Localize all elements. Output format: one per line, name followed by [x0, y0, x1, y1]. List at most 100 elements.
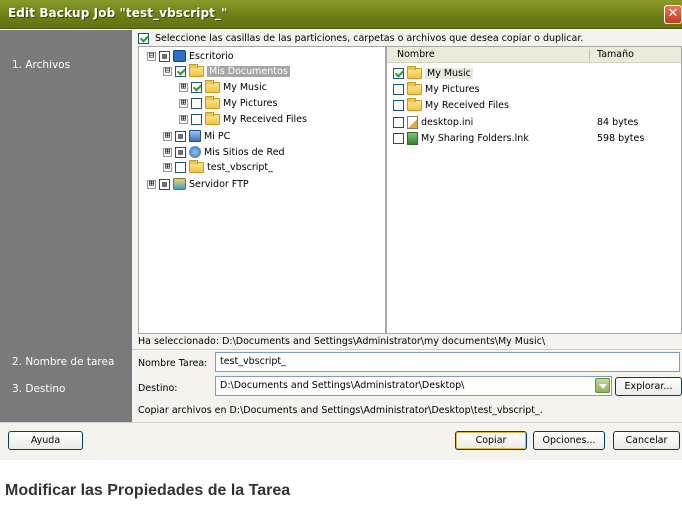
- folder-icon: [205, 80, 220, 93]
- tree-checkbox[interactable]: [175, 130, 186, 142]
- select-all-checkbox[interactable]: [138, 33, 149, 44]
- expand-icon[interactable]: ⊞: [179, 115, 188, 124]
- ftp-server-icon: [173, 178, 186, 190]
- file-row[interactable]: desktop.ini: [393, 116, 473, 129]
- folder-icon: [407, 82, 422, 95]
- tree-node-label: Servidor FTP: [189, 178, 249, 190]
- file-name: My Sharing Folders.lnk: [421, 133, 529, 144]
- title-bar: Edit Backup Job "test_vbscript_" ✕: [0, 0, 682, 29]
- expand-icon[interactable]: ⊞: [179, 83, 188, 92]
- main-panel: Seleccione las casillas de las particion…: [132, 30, 682, 422]
- file-list[interactable]: Nombre Tamaño My Music My Pictures My Re…: [386, 46, 682, 334]
- tree-node-mis-documentos[interactable]: ⊟ Mis Documentos: [163, 64, 290, 77]
- selection-status: Ha seleccionado: D:\Documents and Settin…: [138, 336, 546, 347]
- tree-node-label: Escritorio: [189, 50, 234, 62]
- file-name: My Received Files: [425, 100, 509, 111]
- cancel-button[interactable]: Cancelar: [613, 431, 680, 450]
- tree-node-my-music[interactable]: ⊞ My Music: [179, 80, 267, 93]
- button-bar: Ayuda Copiar Opciones... Cancelar: [0, 422, 682, 460]
- tree-node-test-vbscript[interactable]: ⊞ test_vbscript_: [163, 160, 273, 173]
- window-title: Edit Backup Job "test_vbscript_": [8, 6, 228, 20]
- folder-icon: [205, 96, 220, 109]
- tree-checkbox[interactable]: [175, 146, 186, 158]
- help-button[interactable]: Ayuda: [8, 431, 83, 450]
- close-button[interactable]: ✕: [664, 5, 682, 24]
- column-header-tamano[interactable]: Tamaño: [597, 49, 634, 60]
- browse-button[interactable]: Explorar...: [615, 377, 682, 396]
- tree-node-label: Mi PC: [204, 130, 231, 142]
- copy-button[interactable]: Copiar: [455, 431, 527, 450]
- expand-icon[interactable]: ⊞: [163, 131, 172, 141]
- tree-checkbox[interactable]: [159, 178, 170, 190]
- tree-node-label: test_vbscript_: [207, 162, 273, 173]
- folder-icon: [205, 112, 220, 125]
- expand-icon[interactable]: ⊞: [147, 179, 156, 189]
- tree-node-label: My Music: [223, 82, 267, 93]
- folder-icon: [189, 160, 204, 173]
- tree-checkbox[interactable]: [159, 50, 170, 62]
- tree-node-my-pictures[interactable]: ⊞ My Pictures: [179, 96, 278, 109]
- instruction-row: Seleccione las casillas de las particion…: [138, 33, 583, 44]
- tree-checkbox[interactable]: [191, 82, 202, 93]
- task-name-input[interactable]: test_vbscript_: [215, 352, 680, 372]
- computer-icon: [189, 130, 201, 142]
- folder-icon: [407, 66, 422, 79]
- divider: [132, 349, 682, 350]
- tree-node-servidor-ftp[interactable]: ⊞ Servidor FTP: [147, 178, 249, 190]
- file-size: 598 bytes: [597, 133, 645, 144]
- file-name: My Music: [425, 68, 473, 79]
- tree-node-label: Mis Documentos: [207, 66, 290, 77]
- step-archivos[interactable]: 1. Archivos: [12, 59, 70, 71]
- documents-folder-icon: [189, 64, 204, 77]
- tree-node-mis-sitios-de-red[interactable]: ⊞ Mis Sitios de Red: [163, 146, 285, 158]
- task-name-value: test_vbscript_: [220, 356, 286, 367]
- destination-value: D:\Documents and Settings\Administrator\…: [220, 380, 465, 391]
- desktop-icon: [173, 50, 186, 62]
- options-button[interactable]: Opciones...: [533, 431, 605, 450]
- tree-node-label: Mis Sitios de Red: [204, 146, 285, 158]
- collapse-icon[interactable]: ⊟: [147, 51, 156, 61]
- tree-node-escritorio[interactable]: ⊟ Escritorio: [147, 50, 234, 62]
- tree-checkbox[interactable]: [175, 66, 186, 77]
- tree-node-label: My Pictures: [223, 98, 278, 109]
- file-size: 84 bytes: [597, 117, 639, 128]
- destination-input[interactable]: D:\Documents and Settings\Administrator\…: [215, 376, 612, 396]
- file-checkbox[interactable]: [393, 117, 404, 128]
- tree-checkbox[interactable]: [191, 98, 202, 109]
- ini-file-icon: [407, 116, 418, 129]
- tree-checkbox[interactable]: [191, 114, 202, 125]
- expand-icon[interactable]: ⊞: [179, 99, 188, 108]
- page-caption: Modificar las Propiedades de la Tarea: [5, 482, 291, 499]
- task-name-label: Nombre Tarea:: [138, 358, 208, 369]
- tree-node-my-received-files[interactable]: ⊞ My Received Files: [179, 112, 307, 125]
- file-row[interactable]: My Received Files: [393, 98, 509, 111]
- network-icon: [189, 146, 201, 158]
- file-row[interactable]: My Pictures: [393, 82, 480, 95]
- expand-icon[interactable]: ⊞: [163, 147, 172, 157]
- column-separator[interactable]: [589, 49, 590, 61]
- folder-tree[interactable]: ⊟ Escritorio ⊟ Mis Documentos ⊞ My Music…: [138, 46, 386, 334]
- copy-destination-note: Copiar archivos en D:\Documents and Sett…: [138, 405, 543, 416]
- file-checkbox[interactable]: [393, 100, 404, 111]
- column-header-nombre[interactable]: Nombre: [397, 49, 435, 60]
- file-row[interactable]: My Sharing Folders.lnk: [393, 132, 529, 145]
- step-nombre-de-tarea[interactable]: 2. Nombre de tarea: [12, 356, 114, 368]
- file-checkbox[interactable]: [393, 84, 404, 95]
- file-name: My Pictures: [425, 84, 480, 95]
- tree-checkbox[interactable]: [175, 162, 186, 173]
- tree-node-label: My Received Files: [223, 114, 307, 125]
- file-checkbox[interactable]: [393, 68, 404, 79]
- file-list-header: Nombre Tamaño: [387, 47, 681, 63]
- expand-icon[interactable]: ⊞: [163, 163, 172, 172]
- tree-node-mi-pc[interactable]: ⊞ Mi PC: [163, 130, 230, 142]
- file-checkbox[interactable]: [393, 133, 404, 144]
- folder-icon: [407, 98, 422, 111]
- instruction-text: Seleccione las casillas de las particion…: [155, 33, 584, 44]
- shortcut-file-icon: [407, 132, 418, 145]
- file-name: desktop.ini: [421, 117, 474, 128]
- step-destino[interactable]: 3. Destino: [12, 383, 65, 395]
- file-row[interactable]: My Music: [393, 66, 473, 79]
- destination-dropdown-button[interactable]: [595, 378, 610, 393]
- collapse-icon[interactable]: ⊟: [163, 67, 172, 76]
- destination-label: Destino:: [138, 383, 178, 394]
